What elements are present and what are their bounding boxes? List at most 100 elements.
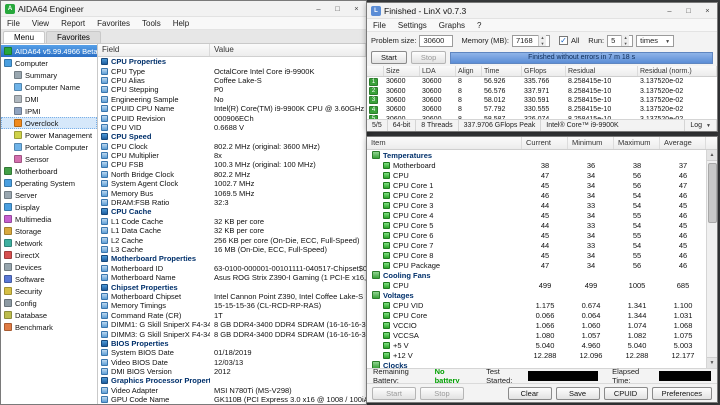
sidebar-item-benchmark[interactable]: Benchmark — [1, 321, 97, 333]
minimize-button[interactable]: – — [309, 1, 328, 16]
group-row-cpu-speed[interactable]: CPU Speed — [98, 132, 366, 141]
column-header-value[interactable]: Value — [210, 44, 366, 56]
sensor-row-5-v[interactable]: +5 V 5.040 4.960 5.040 5.003 — [367, 340, 706, 350]
menu-item-tools[interactable]: Tools — [136, 17, 167, 29]
menu-item-[interactable]: ? — [471, 19, 487, 31]
group-row-bios-properties[interactable]: BIOS Properties — [98, 339, 366, 348]
memory-input[interactable]: 7168 — [511, 34, 550, 47]
sidebar-item-portable-computer[interactable]: Portable Computer — [1, 141, 97, 153]
menu-item-settings[interactable]: Settings — [392, 19, 433, 31]
field-row[interactable]: DIMM1: G Skill SniperX F4-3400C16-16G...… — [98, 320, 366, 329]
clear-button[interactable]: Clear — [507, 386, 552, 400]
sensor-row-cpu-core-6[interactable]: CPU Core 6 45 34 55 46 — [367, 230, 706, 240]
field-row[interactable]: System BIOS Date 01/18/2019 — [98, 348, 366, 357]
menu-item-help[interactable]: Help — [167, 17, 195, 29]
field-row[interactable]: CPU Multiplier 8x — [98, 151, 366, 160]
sidebar-item-devices[interactable]: Devices — [1, 261, 97, 273]
linx-stop-button[interactable]: Stop — [410, 51, 447, 64]
menu-item-graphs[interactable]: Graphs — [433, 19, 471, 31]
sidebar-item-storage[interactable]: Storage — [1, 225, 97, 237]
sidebar-item-computer-name[interactable]: Computer Name — [1, 81, 97, 93]
problem-size-input[interactable]: 30600 — [419, 34, 454, 47]
field-row[interactable]: North Bridge Clock 802.2 MHz — [98, 170, 366, 179]
group-row-graphics-processor-properties[interactable]: Graphics Processor Properties — [98, 376, 366, 385]
sidebar-item-database[interactable]: Database — [1, 309, 97, 321]
sensor-row-cpu-vid[interactable]: CPU VID 1.175 0.674 1.341 1.100 — [367, 300, 706, 310]
run-spinner-icon[interactable] — [621, 35, 630, 46]
all-checkbox[interactable] — [558, 36, 568, 45]
tab-favorites[interactable]: Favorites — [46, 31, 101, 43]
column-header-field[interactable]: Field — [98, 44, 210, 56]
preferences-button[interactable]: Preferences — [651, 386, 712, 400]
run-count-input[interactable]: 5 — [607, 34, 634, 47]
sidebar-item-overclock[interactable]: Overclock — [1, 117, 97, 129]
sidebar-item-security[interactable]: Security — [1, 285, 97, 297]
sidebar-item-server[interactable]: Server — [1, 189, 97, 201]
field-row[interactable]: Command Rate (CR) 1T — [98, 311, 366, 320]
field-row[interactable]: CPU VID 0.6688 V — [98, 123, 366, 132]
stop-button[interactable]: Stop — [420, 386, 464, 400]
status-segment-log[interactable]: Log — [685, 120, 717, 131]
sidebar-item-sensor[interactable]: Sensor — [1, 153, 97, 165]
sidebar-item-aida64-v5-99-4966-beta[interactable]: AIDA64 v5.99.4966 Beta — [1, 45, 97, 57]
maximize-button[interactable]: □ — [679, 3, 698, 18]
sensor-group-voltages[interactable]: Voltages — [367, 290, 706, 300]
sidebar-item-ipmi[interactable]: IPMI — [1, 105, 97, 117]
field-row[interactable]: DRAM:FSB Ratio 32:3 — [98, 198, 366, 207]
memory-spinner-icon[interactable] — [537, 35, 546, 46]
result-row[interactable]: 4 30600 30600 8 57.792 330.555 8.258415e-10 3.1… — [367, 105, 717, 114]
scrollbar-thumb[interactable] — [707, 163, 717, 223]
field-row[interactable]: Memory Timings 15-15-15-36 (CL-RCD-RP-RAS… — [98, 301, 366, 310]
field-row[interactable]: CPU Stepping P0 — [98, 85, 366, 94]
sidebar-item-config[interactable]: Config — [1, 297, 97, 309]
sidebar-item-summary[interactable]: Summary — [1, 69, 97, 81]
sidebar-item-dmi[interactable]: DMI — [1, 93, 97, 105]
sensor-scrollbar[interactable]: ▲ ▼ — [706, 150, 717, 368]
field-row[interactable]: Memory Bus 1069.5 MHz — [98, 188, 366, 198]
column-header-item[interactable]: Item — [367, 137, 522, 149]
sensor-row-12-v[interactable]: +12 V 12.288 12.096 12.288 12.177 — [367, 350, 706, 360]
field-row[interactable]: Motherboard Chipset Intel Cannon Point Z3… — [98, 292, 366, 301]
group-row-motherboard-properties[interactable]: Motherboard Properties — [98, 254, 366, 263]
start-button[interactable]: Start — [372, 386, 416, 400]
sidebar-item-network[interactable]: Network — [1, 237, 97, 249]
sidebar-item-power-management[interactable]: Power Management — [1, 129, 97, 141]
close-button[interactable]: × — [698, 3, 717, 18]
field-row[interactable]: Motherboard ID 63-0100-000001-00101111-04… — [98, 264, 366, 273]
minimize-button[interactable]: – — [660, 3, 679, 18]
tab-menu[interactable]: Menu — [3, 31, 46, 43]
sidebar-item-directx[interactable]: DirectX — [1, 249, 97, 261]
field-row[interactable]: Motherboard Name Asus ROG Strix Z390-I Ga… — [98, 273, 366, 282]
field-row[interactable]: Engineering Sample No — [98, 95, 366, 104]
sensor-row-cpu-core-3[interactable]: CPU Core 3 44 33 54 45 — [367, 200, 706, 210]
sensor-row-cpu[interactable]: CPU 499 499 1005 685 — [367, 280, 706, 290]
scroll-down-icon[interactable]: ▼ — [706, 357, 717, 368]
sensor-row-vccsa[interactable]: VCCSA 1.080 1.057 1.082 1.075 — [367, 330, 706, 340]
sidebar-item-multimedia[interactable]: Multimedia — [1, 213, 97, 225]
close-button[interactable]: × — [347, 1, 366, 16]
cpuid-button[interactable]: CPUID — [603, 386, 648, 400]
sensor-row-cpu-core-8[interactable]: CPU Core 8 45 34 55 46 — [367, 250, 706, 260]
sensor-group-temperatures[interactable]: Temperatures — [367, 150, 706, 160]
sensor-row-motherboard[interactable]: Motherboard 38 36 38 37 — [367, 160, 706, 170]
menu-item-report[interactable]: Report — [55, 17, 91, 29]
result-row[interactable]: 1 30600 30600 8 56.926 335.766 8.258415e-10 3.1… — [367, 77, 717, 86]
menu-item-file[interactable]: File — [1, 17, 26, 29]
sensor-row-cpu[interactable]: CPU 47 34 56 46 — [367, 170, 706, 180]
sensor-group-cooling-fans[interactable]: Cooling Fans — [367, 270, 706, 280]
group-row-chipset-properties[interactable]: Chipset Properties — [98, 282, 366, 292]
field-row[interactable]: DIMM3: G Skill SniperX F4-3400C16-16G...… — [98, 329, 366, 339]
sidebar-item-computer[interactable]: Computer — [1, 57, 97, 69]
sidebar-item-display[interactable]: Display — [1, 201, 97, 213]
sensor-row-cpu-core-5[interactable]: CPU Core 5 44 33 54 45 — [367, 220, 706, 230]
field-row[interactable]: System Agent Clock 1002.7 MHz — [98, 179, 366, 188]
sensor-row-cpu-core[interactable]: CPU Core 0.066 0.064 1.344 1.031 — [367, 310, 706, 320]
group-row-cpu-cache[interactable]: CPU Cache — [98, 207, 366, 216]
field-row[interactable]: GPU Code Name GK110B (PCI Express 3.0 x16… — [98, 395, 366, 404]
field-row[interactable]: CPU Type OctalCore Intel Core i9-9900K — [98, 66, 366, 76]
menu-item-view[interactable]: View — [26, 17, 55, 29]
sensor-row-cpu-core-2[interactable]: CPU Core 2 46 34 54 46 — [367, 190, 706, 200]
field-row[interactable]: L1 Code Cache 32 KB per core — [98, 217, 366, 226]
field-row[interactable]: CPU FSB 100.3 MHz (original: 100 MHz) — [98, 160, 366, 169]
field-row[interactable]: DMI BIOS Version 2012 — [98, 367, 366, 376]
